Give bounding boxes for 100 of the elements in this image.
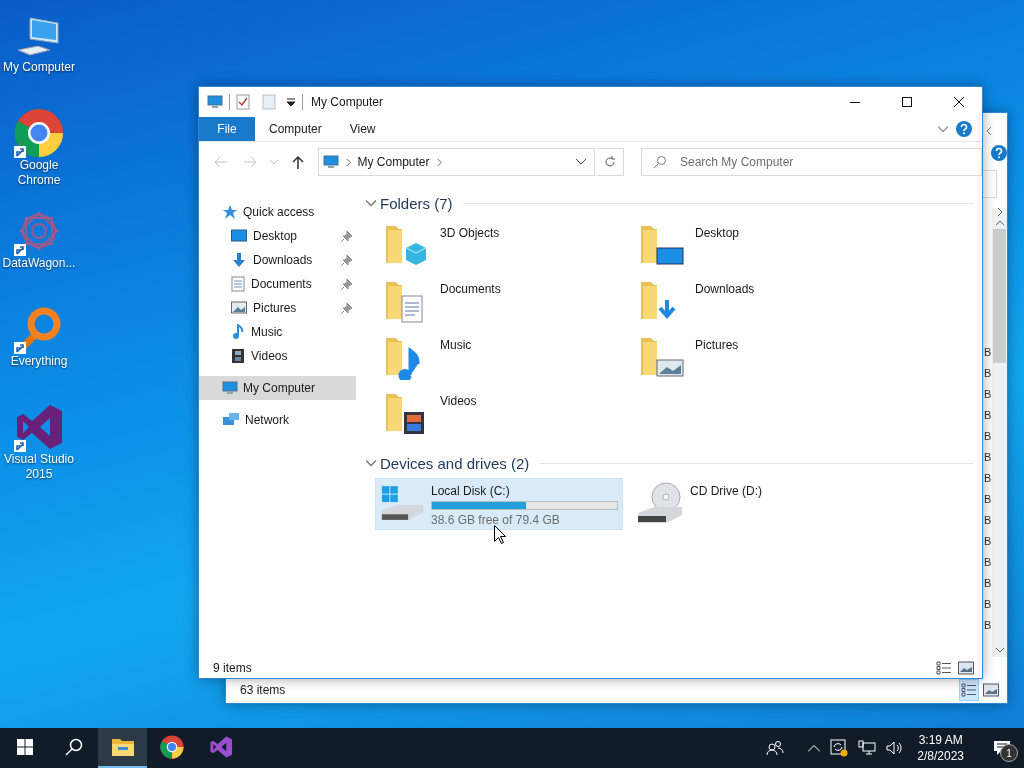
address-bar[interactable]: My Computer — [317, 148, 596, 176]
free-space-text: 38.6 GB free of 79.4 GB — [431, 513, 561, 527]
scroll-thumb[interactable] — [993, 229, 1006, 363]
breadcrumb-chevron-icon — [435, 158, 443, 166]
table-cell-text: B — [984, 492, 992, 507]
maximize-icon — [902, 97, 912, 107]
people-icon — [766, 740, 785, 756]
star-icon — [222, 204, 238, 220]
speaker-icon — [886, 740, 905, 756]
notifications-button[interactable]: 1 — [980, 728, 1024, 768]
drive-name: CD Drive (D:) — [690, 484, 763, 498]
taskbar-button[interactable] — [98, 728, 147, 768]
large-icons-view-button[interactable] — [956, 659, 976, 677]
up-arrow-icon — [291, 155, 304, 169]
table-cell-text: B — [984, 408, 992, 423]
forward-arrow-icon — [243, 156, 258, 168]
large-icons-view-icon — [983, 683, 999, 697]
nav-item[interactable]: Quick access — [199, 200, 356, 224]
table-cell-text: B — [984, 513, 992, 528]
file-menu-button[interactable]: File — [199, 117, 255, 141]
large-icons-view-icon — [958, 661, 974, 675]
computer-icon — [322, 154, 339, 170]
details-view-icon — [936, 661, 952, 675]
folder-name[interactable]: 3D Objects — [440, 220, 500, 240]
network-icon — [858, 740, 877, 756]
nav-item[interactable]: Documents — [199, 272, 356, 296]
music-note-icon — [231, 324, 245, 340]
update-icon — [830, 739, 849, 757]
refresh-button[interactable] — [597, 148, 624, 176]
properties-icon[interactable] — [236, 94, 250, 110]
folder-name[interactable]: Downloads — [695, 276, 755, 296]
table-cell-text: B — [984, 366, 992, 381]
dropdown-icon — [576, 159, 587, 165]
cd-drive-icon — [636, 481, 684, 525]
table-cell-text: B — [984, 555, 992, 570]
pin-icon — [341, 230, 352, 242]
group-header[interactable]: Devices and drives (2) — [380, 454, 530, 472]
desktop-icon-label[interactable]: Everything — [0, 354, 78, 369]
table-cell-text: B — [984, 576, 992, 591]
notification-badge: 1 — [1000, 744, 1018, 762]
breadcrumb[interactable]: My Computer — [357, 155, 430, 169]
group-chevron-icon — [366, 198, 376, 208]
clock-date: 2/8/2023 — [917, 748, 964, 764]
drive-name: Local Disk (C:) — [431, 484, 511, 498]
ribbon-tab[interactable]: View — [335, 117, 390, 141]
folder-name[interactable]: Videos — [440, 388, 477, 408]
clock-time: 3:19 AM — [918, 732, 963, 748]
folder-name[interactable]: Desktop — [695, 220, 740, 240]
search-icon — [653, 155, 667, 169]
table-cell-text: B — [984, 618, 992, 633]
folder-name[interactable]: Documents — [440, 276, 501, 296]
nav-item[interactable]: Videos — [199, 344, 356, 368]
dropdown-icon[interactable] — [286, 97, 296, 107]
computer-icon — [207, 94, 223, 110]
folder-name[interactable]: Pictures — [695, 332, 739, 352]
desktop-icon — [231, 229, 247, 243]
caret-icon — [270, 159, 279, 165]
drive-tile[interactable]: CD Drive (D:) — [631, 478, 879, 530]
table-cell-text: B — [984, 450, 992, 465]
group-chevron-icon — [366, 458, 376, 468]
folder-icon — [110, 737, 135, 757]
nav-item[interactable]: Music — [199, 320, 356, 344]
desktop-icon-label[interactable]: Google Chrome — [0, 158, 78, 188]
item-count: 63 items — [240, 683, 287, 697]
table-cell-text: B — [984, 387, 992, 402]
help-icon[interactable] — [956, 121, 972, 137]
desktop-icon-label[interactable]: My Computer — [0, 60, 78, 75]
chrome-icon — [14, 108, 64, 158]
clock[interactable]: 3:19 AM 2/8/2023 — [909, 732, 972, 764]
group-header[interactable]: Folders (7) — [380, 194, 453, 212]
close-icon — [954, 97, 964, 107]
scroll-down-icon — [995, 647, 1004, 653]
table-cell-text: B — [984, 345, 992, 360]
back-arrow-icon — [213, 156, 228, 168]
nav-item[interactable]: Downloads — [199, 248, 356, 272]
nav-item[interactable]: Pictures — [199, 296, 356, 320]
expand-ribbon-icon — [938, 124, 948, 134]
nav-item[interactable]: Desktop — [199, 224, 356, 248]
collapse-icon — [985, 127, 993, 135]
visual-studio-icon — [208, 735, 233, 759]
document-icon — [231, 276, 245, 292]
help-icon[interactable] — [991, 145, 1007, 161]
folder-name[interactable]: Music — [440, 332, 472, 352]
table-cell-text: B — [984, 429, 992, 444]
table-cell-text: B — [984, 471, 992, 486]
details-view-button[interactable] — [934, 659, 954, 677]
visual-studio-icon — [14, 402, 64, 452]
film-icon — [231, 348, 245, 364]
table-cell-text: B — [984, 597, 992, 612]
window-title: My Computer — [311, 95, 385, 109]
scrollbar[interactable] — [992, 208, 1007, 657]
nav-item[interactable]: My Computer — [199, 376, 356, 400]
details-view-button[interactable] — [959, 679, 979, 701]
drive-tile[interactable]: Local Disk (C:) 38.6 GB free of 79.4 GB — [375, 478, 623, 530]
large-icons-view-button[interactable] — [981, 681, 1001, 699]
ribbon-tab[interactable]: Computer — [255, 117, 336, 141]
search-field[interactable]: Search My Computer — [641, 148, 982, 176]
minimize-icon — [850, 101, 860, 103]
desktop-icon-label[interactable]: DataWagon... — [0, 256, 78, 271]
nav-item[interactable]: Network — [199, 408, 356, 432]
